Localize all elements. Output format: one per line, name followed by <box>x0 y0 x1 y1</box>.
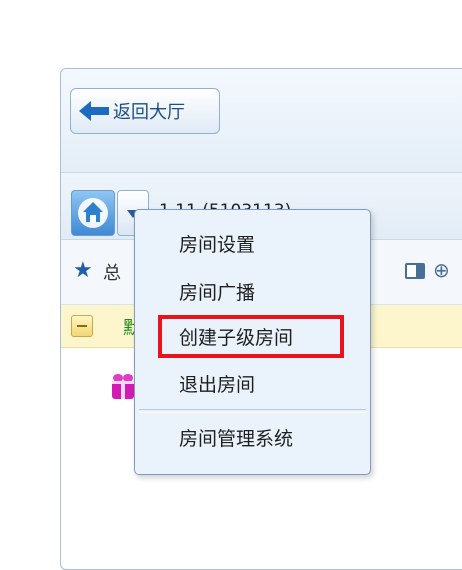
header-bar: 返回大厅 <box>61 69 462 173</box>
tab-total[interactable]: 总 <box>103 259 121 285</box>
menu-item-exit-room[interactable]: 退出房间 <box>179 370 255 397</box>
star-icon[interactable]: ★ <box>73 258 93 283</box>
home-icon[interactable] <box>71 190 115 236</box>
layout-icon[interactable] <box>405 263 425 279</box>
menu-item-room-broadcast[interactable]: 房间广播 <box>179 278 255 305</box>
crosshair-icon[interactable]: ⊕ <box>433 258 450 282</box>
highlight-box <box>158 315 344 358</box>
menu-item-room-settings[interactable]: 房间设置 <box>179 230 255 257</box>
back-button-label: 返回大厅 <box>113 102 185 123</box>
menu-separator <box>139 409 366 413</box>
menu-item-room-management[interactable]: 房间管理系统 <box>179 424 293 451</box>
minus-square-icon[interactable] <box>71 315 93 337</box>
gift-avatar-icon <box>112 374 134 399</box>
back-to-lobby-button[interactable]: 返回大厅 <box>70 88 220 134</box>
arrow-left-icon <box>79 101 109 121</box>
